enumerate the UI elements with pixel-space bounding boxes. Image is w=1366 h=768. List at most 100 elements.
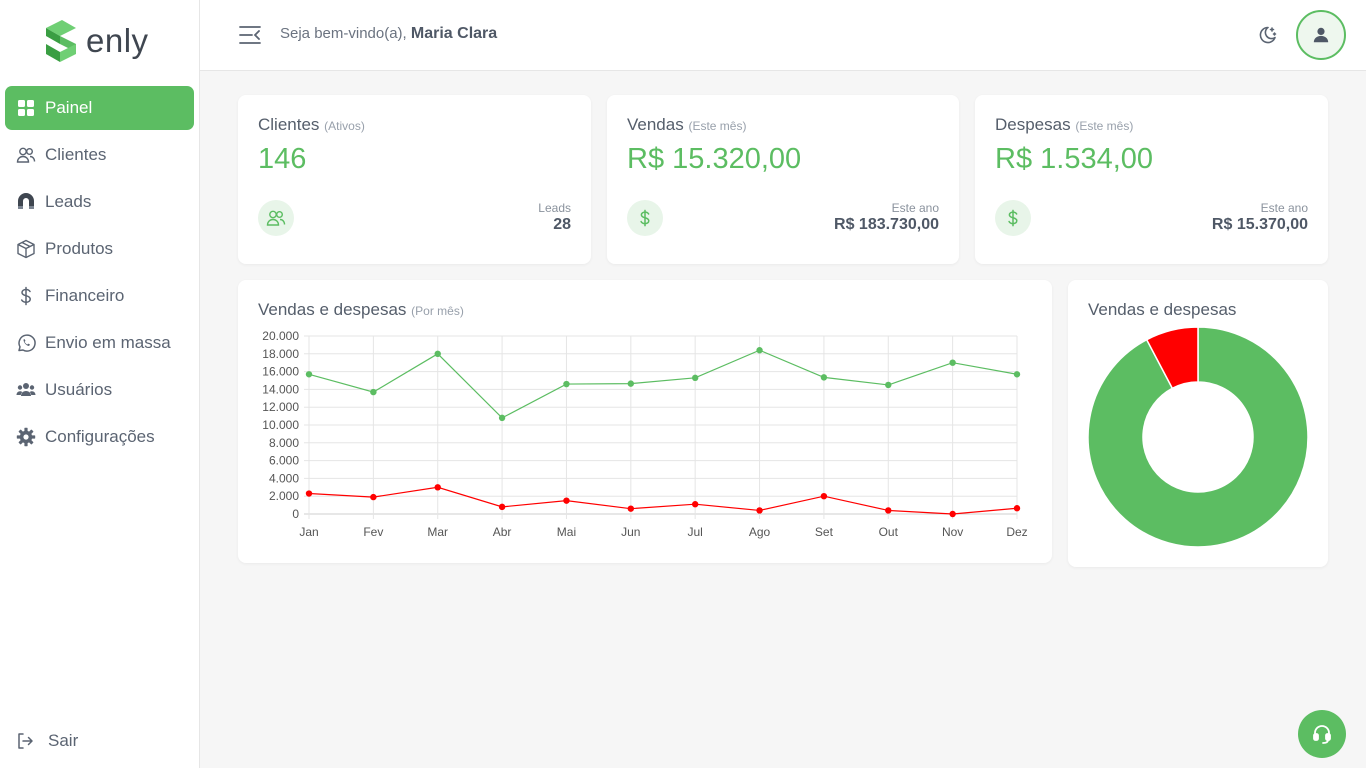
sidebar-nav: Painel Clientes Leads Produtos Financeir… [5,86,194,462]
despesas-value: R$ 1.534,00 [995,143,1154,175]
y-tick-label: 0 [292,507,299,521]
users-group-icon [15,379,37,401]
user-avatar-button[interactable] [1296,10,1346,60]
card-despesas: Despesas (Este mês) R$ 1.534,00 Este ano… [975,95,1328,264]
sidebar-item-produtos[interactable]: Produtos [5,227,194,271]
year-label: Este ano [1260,201,1308,215]
user-icon [1313,27,1329,43]
user-name: Maria Clara [410,25,498,42]
y-tick-label: 20.000 [262,329,299,343]
x-tick-label: Abr [493,525,512,539]
y-tick-label: 6.000 [269,454,299,468]
data-point [563,380,570,388]
card-title: Vendas (Este mês) [627,115,746,135]
data-point [563,497,570,504]
sidebar-item-label: Clientes [45,145,107,164]
data-point [627,380,635,387]
leads-value: 28 [553,216,571,233]
box-icon [15,238,37,260]
card-clientes: Clientes (Ativos) 146 Leads 28 [238,95,591,264]
pie-chart [1087,326,1309,548]
brand-name: enly [86,22,149,59]
data-point [434,350,441,357]
data-point [756,347,763,354]
despesas-year-value: R$ 15.370,00 [1211,216,1308,233]
magnet-icon [15,191,37,213]
y-tick-label: 2.000 [269,489,299,503]
menu-toggle-button[interactable] [238,24,262,46]
sidebar-item-label: Financeiro [45,286,125,305]
welcome-greeting: Seja bem-vindo(a), [280,25,407,42]
line-chart: 20.000 18.000 16.000 14.000 12.000 10.000 8.00… [262,329,1027,539]
sidebar-item-label: Usuários [45,380,113,399]
line-chart-card: Vendas e despesas (Por mês) 20.000 18.000… [238,280,1052,563]
sidebar-item-label: Envio em massa [45,333,171,352]
theme-toggle-button[interactable] [1256,24,1278,46]
sidebar-item-financeiro[interactable]: Financeiro [5,274,194,318]
moon-stars-icon [1259,26,1277,44]
sidebar-item-leads[interactable]: Leads [5,180,194,224]
x-tick-label: Dez [1006,525,1027,539]
card-title-text: Clientes [258,115,320,134]
welcome-message: Seja bem-vindo(a), Maria Clara [280,25,497,43]
x-tick-label: Jul [688,525,703,539]
data-point [949,359,956,366]
data-point [820,374,828,381]
sidebar-item-painel[interactable]: Painel [5,86,194,130]
leads-summary: Leads 28 [538,201,571,234]
x-tick-label: Jun [621,525,640,539]
data-point [820,493,828,500]
logout-label: Sair [48,731,79,750]
data-point [949,510,956,518]
pie-chart-card: Vendas e despesas [1068,280,1328,567]
top-bar: Seja bem-vindo(a), Maria Clara [200,0,1366,71]
support-button[interactable] [1298,710,1346,758]
logout-button[interactable]: Sair [14,730,78,752]
series-line-1 [308,486,1018,515]
y-tick-label: 18.000 [262,347,299,361]
card-vendas: Vendas (Este mês) R$ 15.320,00 Este ano … [607,95,959,264]
x-tick-label: Mai [557,525,576,539]
dollar-icon [15,285,37,307]
y-tick-label: 8.000 [269,436,299,450]
card-qualifier: (Ativos) [324,119,365,133]
x-tick-label: Ago [749,525,771,539]
sidebar: enly Painel Clientes Leads Produtos Fina… [0,0,200,768]
y-tick-label: 14.000 [262,382,299,396]
sidebar-item-configuracoes[interactable]: Configurações [5,415,194,459]
x-tick-label: Mar [427,525,448,539]
card-qualifier: (Este mês) [688,119,747,133]
dashboard-icon [15,97,37,119]
data-point [885,381,892,389]
whatsapp-icon [15,332,37,354]
vendas-year-value: R$ 183.730,00 [834,216,939,233]
data-point [305,490,313,497]
x-tick-label: Set [815,525,834,539]
data-point [498,503,506,511]
users-icon [258,200,294,236]
sidebar-item-clientes[interactable]: Clientes [5,133,194,177]
y-tick-label: 16.000 [262,365,299,379]
sidebar-item-label: Configurações [45,427,155,446]
card-qualifier: (Este mês) [1075,119,1134,133]
data-point [691,374,699,382]
menu-collapse-icon [239,26,261,44]
card-title: Despesas (Este mês) [995,115,1133,135]
data-point [498,414,506,422]
users-icon [15,144,37,166]
data-point [627,505,635,512]
logout-icon [14,730,36,752]
year-label: Este ano [891,201,939,215]
brand-logo[interactable]: enly [44,18,149,64]
x-tick-label: Out [879,525,899,539]
vendas-value: R$ 15.320,00 [627,143,802,175]
data-point [1013,371,1021,378]
sidebar-item-label: Painel [45,98,93,117]
data-point [370,493,377,501]
sidebar-item-usuarios[interactable]: Usuários [5,368,194,412]
dollar-icon [995,200,1031,236]
x-tick-label: Fev [363,525,383,539]
sidebar-item-envio-em-massa[interactable]: Envio em massa [5,321,194,365]
sidebar-item-label: Leads [45,192,92,211]
y-tick-label: 4.000 [269,471,299,485]
